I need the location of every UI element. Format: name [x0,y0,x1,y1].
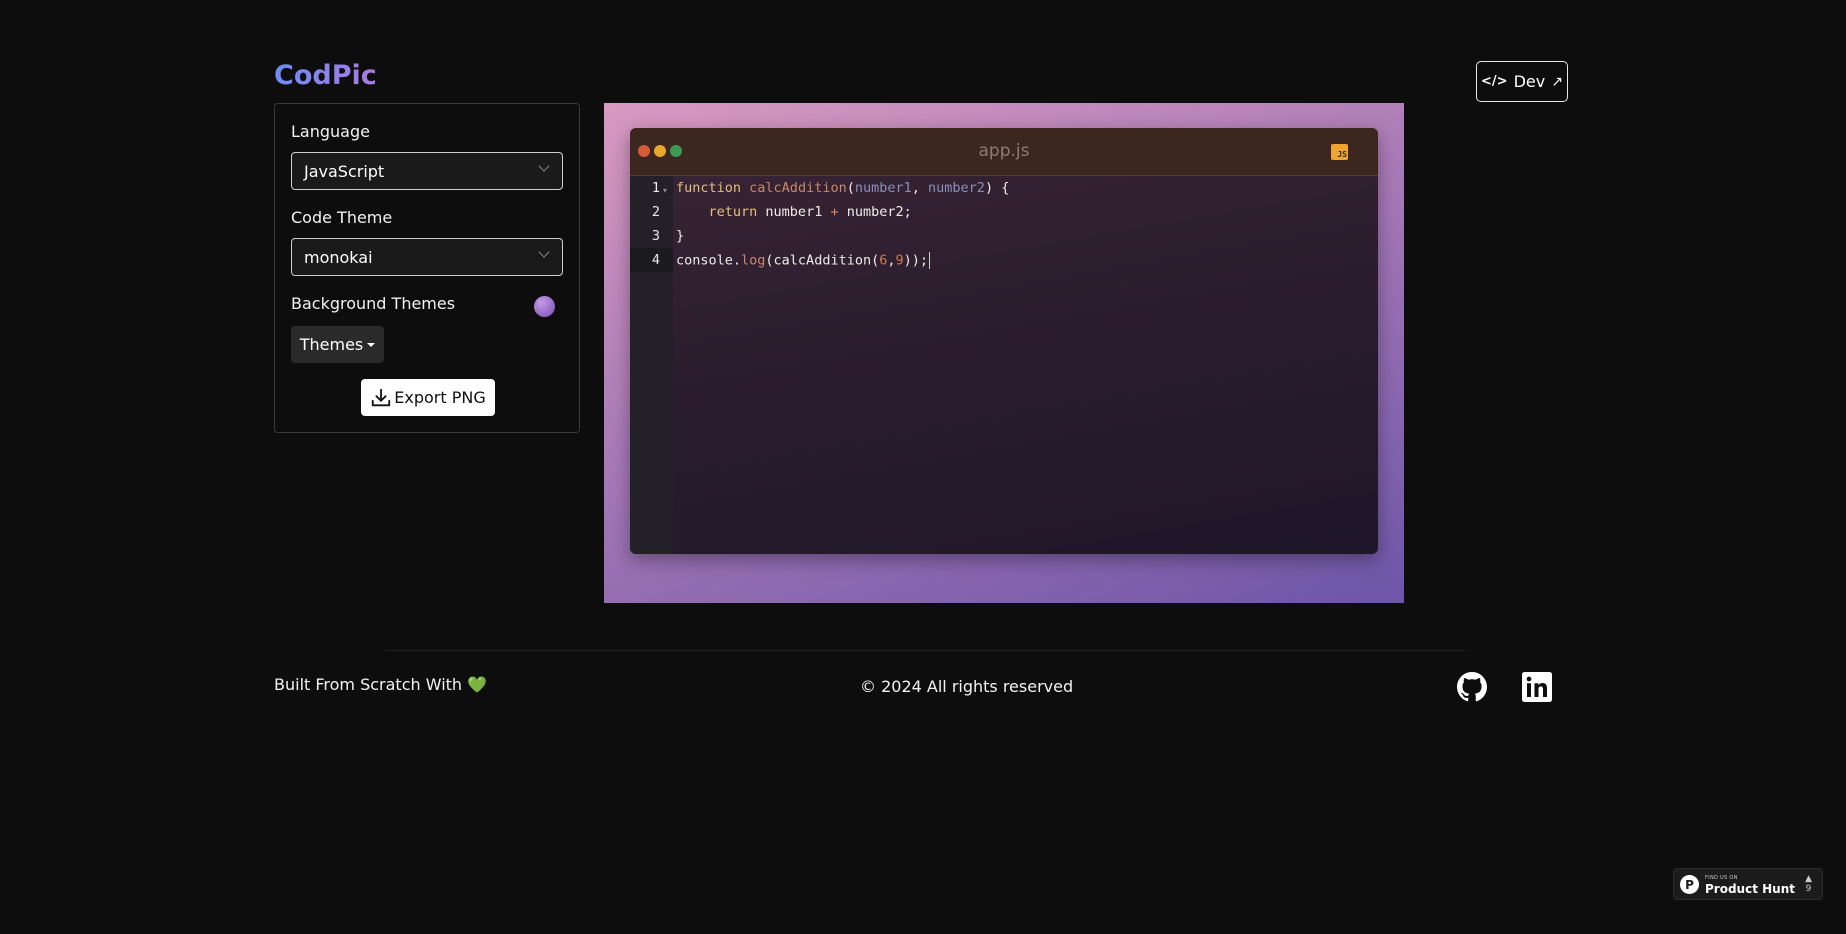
line-gutter: 1 2 3 4 [630,176,673,554]
fold-arrow-icon[interactable]: ▾ [663,186,667,195]
product-hunt-logo-icon: P [1680,875,1699,894]
badge-small-text: FIND US ON [1705,875,1738,881]
code-theme-select[interactable]: monokai [291,238,563,276]
themes-button-label: Themes [299,335,364,354]
brand-logo[interactable]: CodPic [274,60,377,91]
code-line-3[interactable]: } [676,228,684,244]
github-icon[interactable] [1457,672,1487,702]
download-icon [372,388,391,406]
caret-down-icon [367,342,376,347]
export-png-button[interactable]: Export PNG [361,379,495,416]
upvote-number: 9 [1805,884,1812,894]
export-label: Export PNG [394,388,486,407]
line-number: 3 [651,228,660,244]
code-icon: </> [1481,74,1508,89]
code-theme-label: Code Theme [291,208,393,227]
built-with-text: Built From Scratch With 💚 [274,675,487,694]
footer-divider [385,650,1465,651]
built-text: Built From Scratch With [274,675,463,694]
line-number: 4 [651,252,660,268]
themes-dropdown-button[interactable]: Themes [291,326,384,363]
external-link-icon: ↗ [1551,73,1563,90]
code-line-4[interactable]: console.log(calcAddition(6,9)); [676,252,931,269]
upvote-count: ▲ 9 [1805,874,1812,894]
product-hunt-badge[interactable]: P FIND US ON Product Hunt ▲ 9 [1673,868,1823,900]
language-select[interactable]: JavaScript [291,152,563,190]
heart-icon: 💚 [467,675,488,694]
window-titlebar: app.js JS [630,128,1378,176]
line-number: 1 [651,180,660,196]
dev-link-button[interactable]: </> Dev ↗ [1476,61,1568,102]
code-line-2[interactable]: return number1 + number2; [676,204,912,220]
code-line-1[interactable]: function calcAddition(number1, number2) … [676,180,1009,196]
badge-big-text: Product Hunt [1705,882,1795,896]
code-theme-value: monokai [304,247,373,267]
dev-label: Dev [1513,72,1546,91]
chevron-down-icon [538,246,550,258]
language-label: Language [291,122,370,141]
line-number: 2 [651,204,660,220]
background-themes-label: Background Themes [291,294,456,313]
code-preview-canvas: app.js JS 1 2 3 4 ▾ function calcAdditio… [604,103,1404,603]
background-color-swatch[interactable] [534,296,555,317]
file-name[interactable]: app.js [630,141,1378,161]
javascript-file-icon: JS [1331,144,1348,160]
linkedin-icon[interactable] [1522,672,1552,702]
settings-panel: Language JavaScript Code Theme monokai B… [274,103,580,433]
chevron-down-icon [538,160,550,172]
code-window: app.js JS 1 2 3 4 ▾ function calcAdditio… [630,128,1378,554]
language-value: JavaScript [304,161,385,181]
copyright-text: © 2024 All rights reserved [860,677,1074,696]
